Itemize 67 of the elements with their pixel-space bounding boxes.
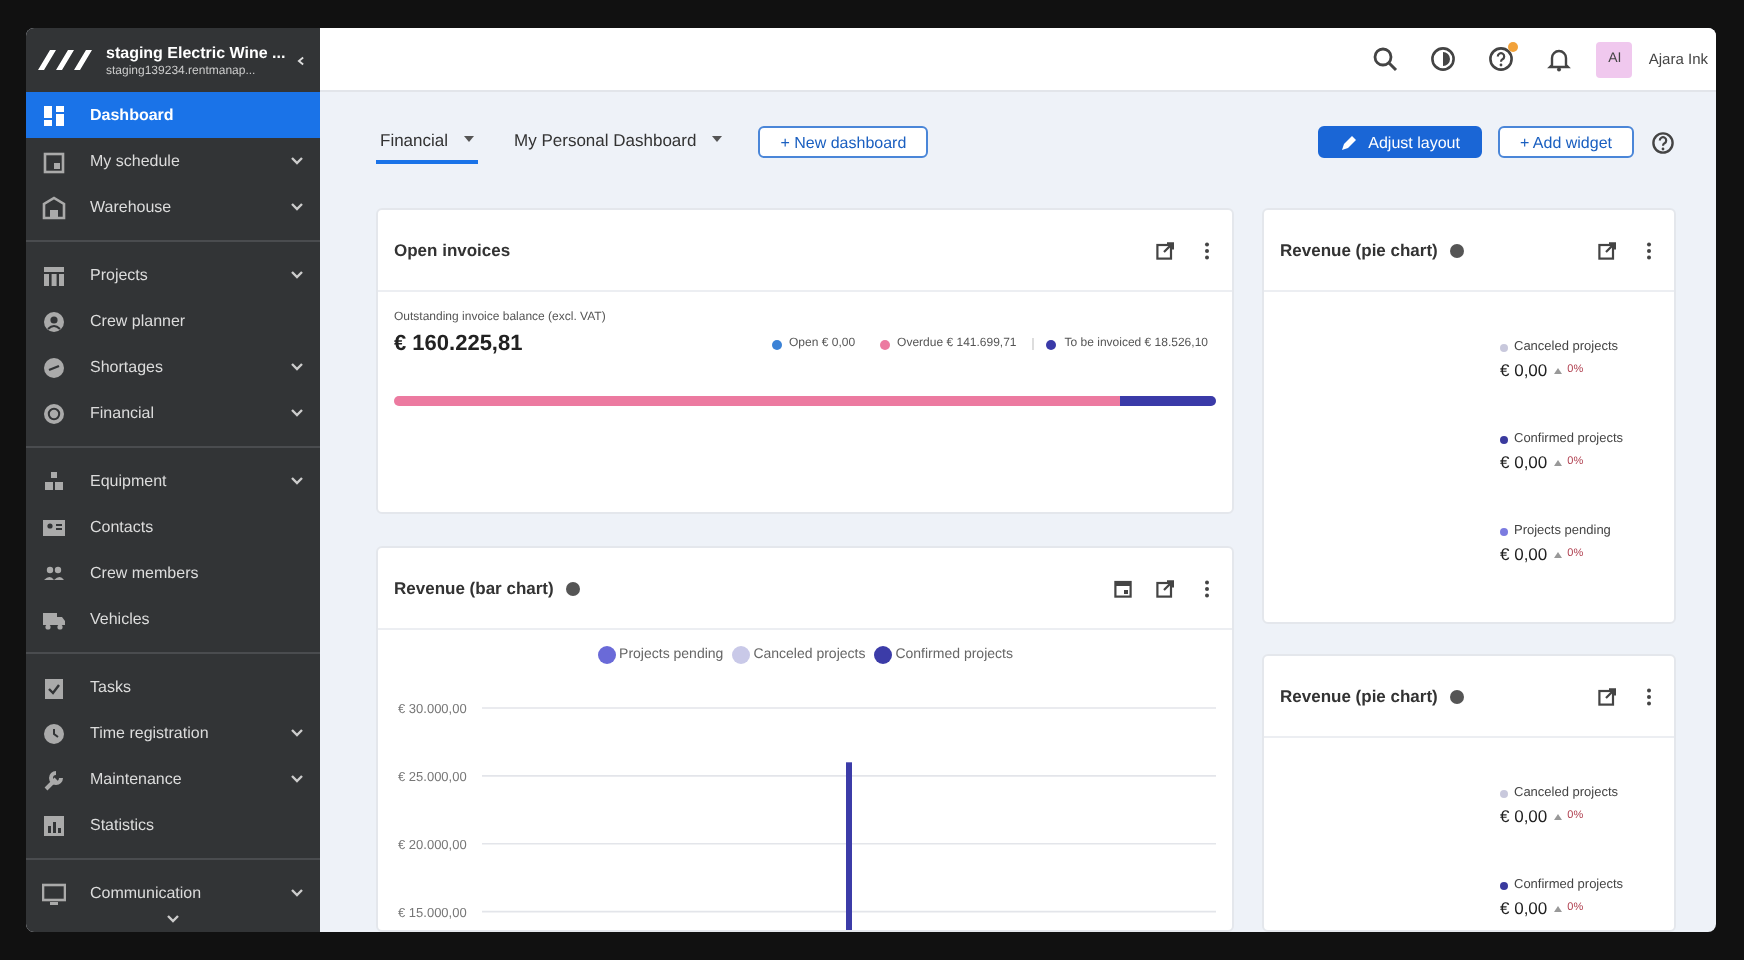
amount: € 0,00 <box>1500 806 1548 826</box>
sidebar-item[interactable]: Dashboard <box>26 92 320 138</box>
trend-icon <box>1553 367 1562 373</box>
card-title: Revenue (pie chart) <box>1280 240 1438 260</box>
workspace-name: staging Electric Wine ... <box>106 43 282 61</box>
collapse-icon[interactable] <box>294 55 308 65</box>
sidebar-item[interactable]: Financial <box>26 390 320 436</box>
sidebar-item[interactable]: Statistics <box>26 802 320 848</box>
pencil-icon <box>1340 133 1359 151</box>
calendar-icon[interactable] <box>1114 579 1132 597</box>
new-dashboard-button[interactable]: + New dashboard <box>758 126 929 158</box>
help-icon[interactable] <box>1488 46 1515 72</box>
table-icon <box>42 263 66 287</box>
truck-icon <box>42 607 66 631</box>
open-external-icon[interactable] <box>1156 579 1174 597</box>
sidebar-item[interactable]: Tasks <box>26 664 320 710</box>
caret-icon <box>464 136 475 142</box>
dashboard-tab[interactable]: My Personal Dashboard <box>510 120 727 164</box>
sidebar-item[interactable]: Shortages <box>26 344 320 390</box>
sidebar-item[interactable]: My schedule <box>26 138 320 184</box>
sidebar-item[interactable]: Time registration <box>26 710 320 756</box>
trend-icon <box>1553 813 1562 819</box>
chevron-down-icon[interactable] <box>166 914 180 924</box>
dashboard-icon <box>42 103 66 127</box>
chart-icon <box>42 813 66 837</box>
people-icon <box>42 561 66 585</box>
dashboard-tab[interactable]: Financial <box>376 120 479 164</box>
amount: € 0,00 <box>1500 452 1548 472</box>
contact-card-icon <box>42 515 66 539</box>
clipboard-check-icon <box>42 675 66 699</box>
sidebar-item[interactable]: Vehicles <box>26 596 320 642</box>
monitor-icon <box>42 881 66 905</box>
amount: € 0,00 <box>1500 360 1548 380</box>
search-icon[interactable] <box>1372 46 1399 72</box>
open-external-icon[interactable] <box>1156 241 1174 259</box>
card-title: Open invoices <box>394 240 511 260</box>
sidebar-item[interactable]: Contacts <box>26 504 320 550</box>
trend-icon <box>1553 905 1562 911</box>
boxes-icon <box>42 469 66 493</box>
bell-icon[interactable] <box>1546 46 1573 72</box>
amount: € 0,00 <box>1500 544 1548 564</box>
add-widget-button[interactable]: + Add widget <box>1497 126 1634 158</box>
person-icon <box>42 309 66 333</box>
total-amount: € 160.225,81 <box>394 332 525 356</box>
clock-icon <box>42 721 66 745</box>
logo-icon <box>38 48 94 72</box>
sidebar-item[interactable]: Crew planner <box>26 298 320 344</box>
calendar-icon <box>42 149 66 173</box>
caret-icon <box>712 136 723 142</box>
sidebar-item[interactable]: Maintenance <box>26 756 320 802</box>
trend-icon <box>1553 551 1562 557</box>
amount: € 0,00 <box>1500 898 1548 918</box>
contrast-icon[interactable] <box>1430 46 1457 72</box>
open-external-icon[interactable] <box>1598 687 1616 705</box>
card-title: Revenue (pie chart) <box>1280 686 1438 706</box>
trend-icon <box>1553 459 1562 465</box>
sidebar-item[interactable]: Projects <box>26 252 320 298</box>
sidebar-item[interactable]: Warehouse <box>26 184 320 230</box>
sidebar-item[interactable]: Communication <box>26 870 320 916</box>
help-icon[interactable] <box>1650 129 1676 155</box>
sidebar-item[interactable]: Equipment <box>26 458 320 504</box>
wrench-icon <box>42 767 66 791</box>
sidebar-item[interactable]: Crew members <box>26 550 320 596</box>
warehouse-icon <box>42 195 66 219</box>
adjust-layout-button[interactable]: Adjust layout <box>1318 126 1482 158</box>
open-external-icon[interactable] <box>1598 241 1616 259</box>
card-title: Revenue (bar chart) <box>394 578 554 598</box>
